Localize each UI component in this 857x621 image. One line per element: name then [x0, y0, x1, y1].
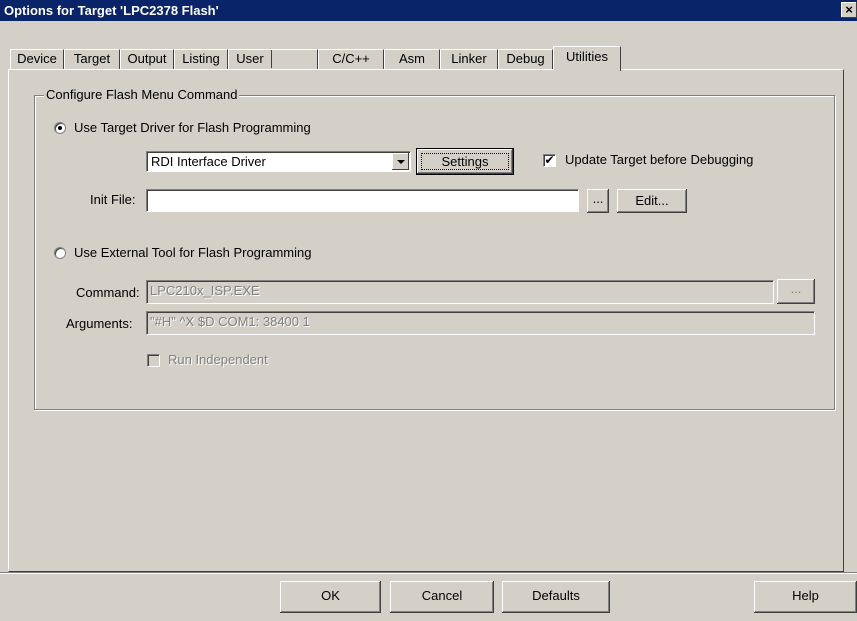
init-file-label: Init File:	[90, 192, 136, 207]
tab-device[interactable]: Device	[10, 49, 64, 69]
close-icon[interactable]: ×	[841, 2, 857, 18]
driver-select[interactable]: RDI Interface Driver	[146, 151, 411, 172]
external-tool-label: Use External Tool for Flash Programming	[74, 245, 312, 260]
tab-debug[interactable]: Debug	[498, 49, 553, 69]
update-target-checkbox[interactable]: ✔	[543, 154, 556, 167]
group-title: Configure Flash Menu Command	[44, 87, 240, 102]
cancel-button[interactable]: Cancel	[390, 581, 494, 613]
tab-c-cpp[interactable]: C/C++	[318, 49, 384, 69]
arguments-label: Arguments:	[66, 316, 133, 331]
driver-select-value: RDI Interface Driver	[151, 154, 266, 169]
update-target-label: Update Target before Debugging	[565, 152, 754, 167]
window-title: Options for Target 'LPC2378 Flash'	[4, 3, 219, 18]
command-value: LPC210x_ISP.EXE	[150, 283, 260, 298]
init-file-input[interactable]	[146, 189, 579, 212]
help-button[interactable]: Help	[754, 581, 857, 613]
defaults-button[interactable]: Defaults	[502, 581, 610, 613]
tab-output[interactable]: Output	[120, 49, 174, 69]
command-label: Command:	[76, 285, 140, 300]
check-icon: ✔	[544, 153, 555, 167]
command-browse-button: ...	[777, 279, 815, 304]
chevron-down-icon[interactable]	[392, 153, 409, 170]
init-file-browse-button[interactable]: ...	[587, 189, 609, 213]
focus-ring	[421, 153, 509, 170]
radio-selected-dot	[58, 126, 62, 130]
ok-button[interactable]: OK	[280, 581, 381, 613]
command-input: LPC210x_ISP.EXE	[146, 280, 774, 304]
target-driver-radio[interactable]	[54, 122, 66, 134]
settings-button[interactable]: Settings	[416, 148, 514, 175]
tab-user-label: User	[229, 50, 272, 68]
tab-user[interactable]: User	[228, 49, 318, 69]
title-bar: Options for Target 'LPC2378 Flash' ×	[0, 0, 857, 21]
target-driver-label: Use Target Driver for Flash Programming	[74, 120, 311, 135]
run-independent-label: Run Independent	[168, 352, 268, 367]
arguments-input: "#H" ^X $D COM1: 38400 1	[146, 311, 815, 335]
edit-button[interactable]: Edit...	[617, 189, 687, 213]
external-tool-radio[interactable]	[54, 247, 66, 259]
tab-asm[interactable]: Asm	[384, 49, 440, 69]
tab-utilities[interactable]: Utilities	[553, 46, 621, 71]
arguments-value: "#H" ^X $D COM1: 38400 1	[150, 314, 310, 329]
tab-target[interactable]: Target	[64, 49, 120, 69]
tab-listing[interactable]: Listing	[174, 49, 228, 69]
footer-separator	[0, 572, 857, 574]
run-independent-checkbox	[147, 354, 160, 367]
tab-linker[interactable]: Linker	[440, 49, 498, 69]
